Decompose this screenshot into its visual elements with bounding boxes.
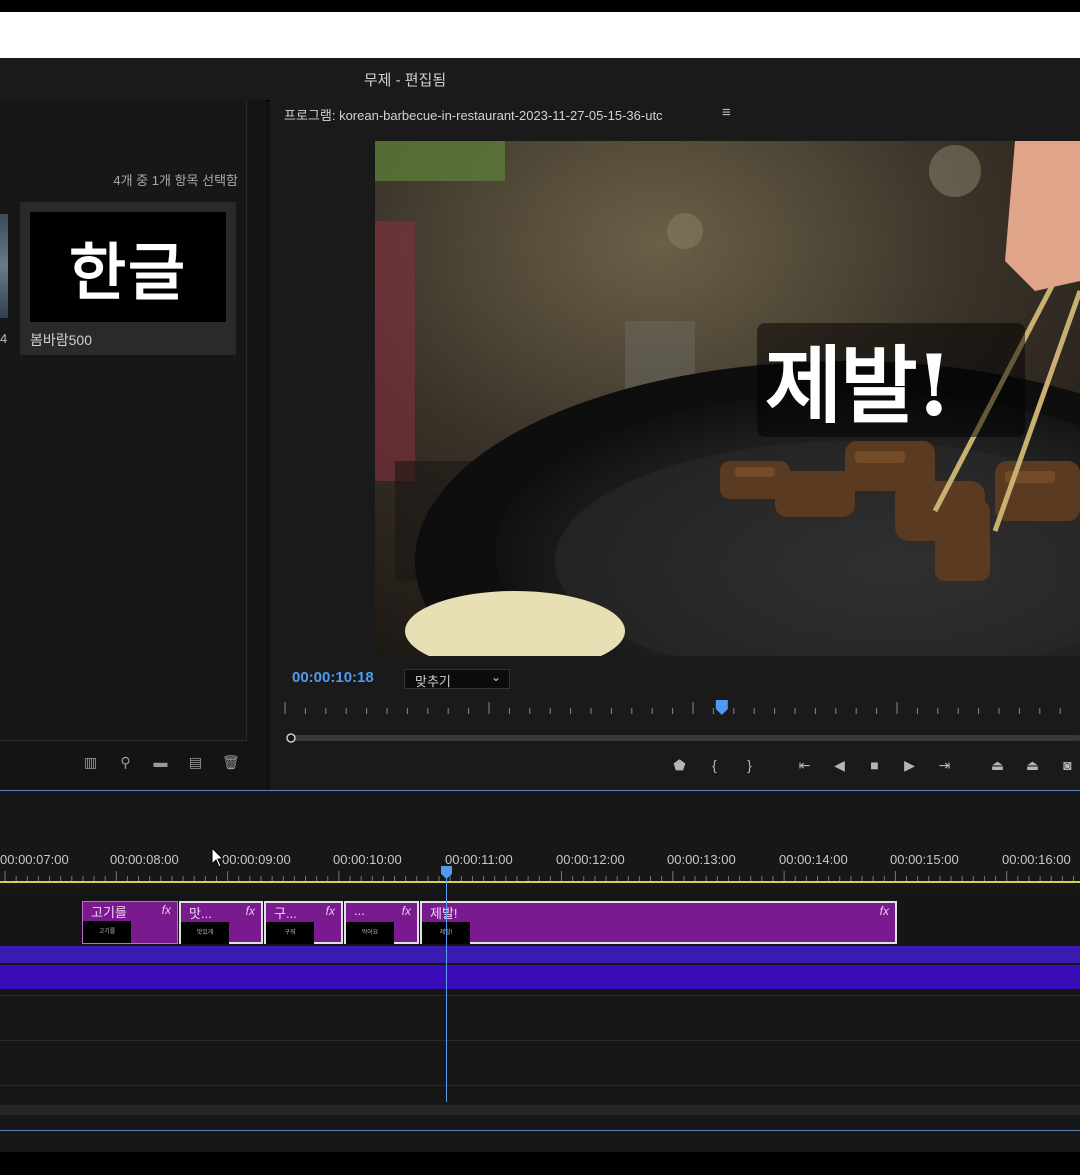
fx-icon: fx [245,904,255,918]
search-icon[interactable]: ⚲ [117,754,134,770]
step-back-icon[interactable]: ◀ [822,755,857,775]
timeline-timecode: 00:00:12:00 [556,852,625,867]
zoom-handle-icon[interactable] [286,733,296,743]
step-forward-icon[interactable]: ▶ [892,755,927,775]
video-title-overlay: 제발! [765,336,952,435]
new-item-icon[interactable]: ▤ [187,754,204,770]
clip-title: 구... [274,906,297,921]
timeline-timecode: 00:00:11:00 [445,852,513,867]
audio-clip-track-1[interactable] [0,946,1080,963]
video-image [375,141,1080,656]
timeline-playhead-line [446,870,447,1102]
timeline-timecode: 00:00:09:00 [222,852,291,867]
folder-icon[interactable]: ▬ [152,754,169,770]
panel-menu-icon[interactable]: ≡ [722,104,731,121]
go-to-out-icon[interactable]: ⇥ [927,755,962,775]
timeline-timecode: 00:00:08:00 [110,852,179,867]
clip-title: 제발! [430,906,458,921]
clip-title: 맛... [189,906,212,921]
partial-item-label: 4 [0,331,8,346]
timeline-clip[interactable]: 제발! fx 제발! [420,901,897,944]
fit-dropdown[interactable]: 맞추기 ⌄ [404,669,510,689]
project-item-label: 봄바람500 [30,332,92,348]
blank-header-bar [0,12,1080,58]
mark-in-icon[interactable]: { [697,755,732,775]
work-area-bar[interactable] [0,881,1080,883]
program-monitor-title: 프로그램: korean-barbecue-in-restaurant-2023… [284,108,663,123]
clip-thumbnail: 구워 [266,922,314,944]
monitor-time-ruler[interactable] [284,700,1080,718]
track-divider [0,1085,1080,1086]
monitor-playhead[interactable] [715,700,728,715]
marker-icon[interactable]: ⬟ [662,755,697,775]
go-to-in-icon[interactable]: ⇤ [787,755,822,775]
clip-title: 고기를 [91,905,127,920]
timeline-clip[interactable]: 구... fx 구워 [264,901,343,944]
fx-icon: fx [879,904,889,918]
list-view-icon[interactable]: ▥ [82,754,99,770]
top-black-bar [0,0,1080,12]
track-divider [0,1040,1080,1041]
bottom-black-bar [0,1152,1080,1175]
clip-title: ... [354,903,365,918]
timeline-timecode: 00:00:16:00 [1002,852,1071,867]
stop-icon[interactable]: ■ [857,755,892,775]
timeline-timecode: 00:00:15:00 [890,852,959,867]
chevron-down-icon: ⌄ [490,670,501,684]
clip-thumbnail: 맛있게 [181,922,229,944]
timeline-scrollbar[interactable] [0,1105,1080,1115]
fx-icon: fx [401,904,411,918]
transport-controls: ⬟ { } ⇤ ◀ ■ ▶ ⇥ ⏏ ⏏ ◙ [662,755,1080,775]
timeline-clip[interactable]: ... fx 먹어요 [344,901,419,944]
timeline-clip[interactable]: 고기를 fx 고기를 [82,901,178,944]
clip-thumbnail: 먹어요 [346,922,394,944]
lift-icon[interactable]: ⏏ [980,755,1015,775]
window-title: 무제 - 편집됨 [363,72,447,89]
timeline-timecode: 00:00:13:00 [667,852,736,867]
camera-icon[interactable]: ◙ [1050,755,1080,775]
mouse-cursor-icon [211,847,225,868]
selection-count: 4개 중 1개 항목 선택함 [113,173,238,188]
fx-icon: fx [325,904,335,918]
title-bar: 무제 - 편집됨 [0,58,1080,101]
timeline-timecode: 00:00:07:00 [0,852,69,867]
project-item-thumbnail[interactable]: 한글 [30,212,226,322]
project-bin-area[interactable] [0,100,247,741]
trash-icon[interactable]: 🗑 [222,754,240,770]
extract-icon[interactable]: ⏏ [1015,755,1050,775]
fit-dropdown-label: 맞추기 [415,674,451,689]
program-video-frame[interactable]: 제발! [375,141,1080,656]
mark-out-icon[interactable]: } [732,755,767,775]
panel-divider [0,1130,1080,1131]
fx-icon: fx [161,903,171,917]
partial-thumbnail[interactable] [0,214,8,318]
monitor-scrub-bar[interactable] [284,733,1080,743]
timeline-clip[interactable]: 맛... fx 맛있게 [179,901,263,944]
timeline-timecode: 00:00:14:00 [779,852,848,867]
playhead-timecode[interactable]: 00:00:10:18 [292,669,374,686]
thumbnail-text: 한글 [68,236,188,309]
track-divider [0,995,1080,996]
project-toolbar: ▥ ⚲ ▬ ▤ 🗑 [82,754,240,774]
timeline-timecode: 00:00:10:00 [333,852,402,867]
audio-clip-track-2[interactable] [0,965,1080,989]
clip-thumbnail: 고기를 [83,921,131,943]
